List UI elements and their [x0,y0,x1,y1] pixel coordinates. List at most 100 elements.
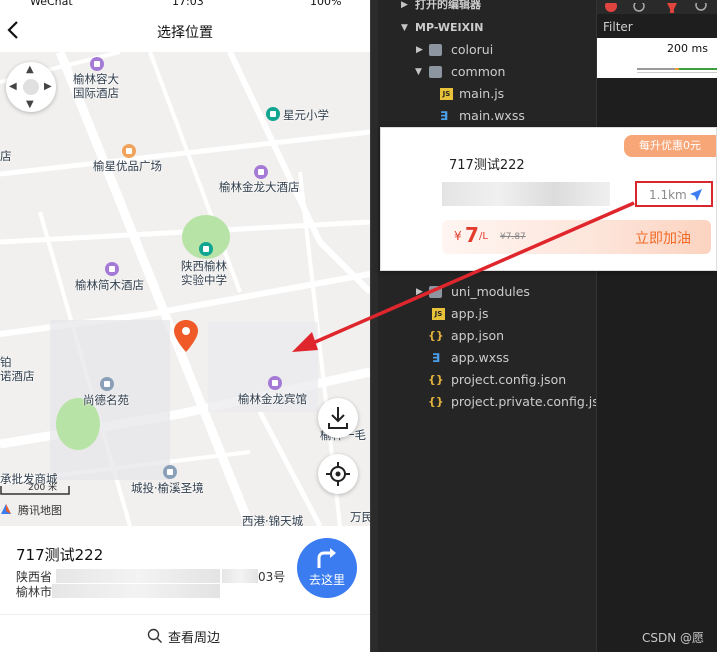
chevron-right-icon: ▶ [416,287,423,297]
nav-bar: 选择位置 [0,10,370,52]
chevron-down-icon: ▼ [415,67,422,77]
timeline-200ms-label: 200 ms [667,42,708,55]
poi-label[interactable]: 尚德名苑 [83,393,129,407]
window-divider[interactable] [370,0,378,652]
location-name: 717测试222 [16,546,104,564]
price-unit: /L [479,231,488,242]
poi-label[interactable]: 陕西榆林 实验中学 [181,259,227,287]
poi-label[interactable]: 万民 [350,510,370,524]
poi-label[interactable]: 星元小学 [283,108,329,122]
devtools-toolbar [597,0,717,14]
location-address-line2: 榆林市 [16,585,53,599]
map-brand-label: 腾讯地图 [18,504,62,517]
poi-label[interactable]: 榆林金龙大酒店 [219,180,300,194]
map-view[interactable]: 榆林容大 国际酒店 星元小学 店 榆星优品广场 榆林金龙大酒店 陕西榆林 实验中… [0,52,370,526]
tencent-map-logo-icon [1,504,11,514]
folder-open-icon [429,66,442,78]
school-icon [199,242,213,256]
json-file-icon: {} [428,373,444,386]
discount-badge: 每升优惠0元 [624,135,716,157]
chevron-down-icon: ▼ [401,23,408,33]
page-title: 选择位置 [157,25,213,41]
map-roads [0,52,370,526]
gas-station-card[interactable]: 每升优惠0元 717测试222 1.1km ¥ 7 /L ¥7.87 立即加油 [380,127,717,271]
hotel-icon [268,376,282,390]
search-icon [147,628,162,643]
arrow-up-icon: ▲ [26,64,34,75]
go-here-button[interactable]: 去这里 [297,538,357,598]
poi-label[interactable]: 榆林简木酒店 [75,278,144,292]
css-file-icon: ∃ [440,109,449,123]
folder-icon [429,44,442,56]
map-scale-label: 200 米 [28,483,58,493]
poi-label[interactable]: 西港·锦天城 [242,514,303,526]
timeline-header: 200 ms [597,38,717,62]
distance-highlight[interactable]: 1.1km [635,181,713,207]
filter-input[interactable]: Filter [603,20,633,34]
address-redacted [222,569,258,583]
poi-label[interactable]: 城投·榆溪圣境 [131,481,204,495]
location-pin-icon [174,320,198,352]
arrow-right-icon: ▶ [44,81,52,92]
ide-window: ▶ 打开的编辑器 ▼ MP-WEIXIN ▶ colorui ▼ common … [378,0,717,652]
location-address-suffix: 03号 [258,570,286,584]
devtools-network-panel: Filter 200 ms [596,0,717,652]
poi-label[interactable]: 店 [0,149,12,163]
status-battery: 100% [310,0,342,8]
poi-label[interactable]: 榆林容大 国际酒店 [73,72,119,100]
school-icon [266,107,280,121]
crosshair-icon [326,462,350,486]
poi-label[interactable]: 榆星优品广场 [93,159,162,173]
map-brand: 腾讯地图 [1,502,62,518]
address-redacted [442,182,610,206]
arrow-left-icon: ◀ [9,81,17,92]
json-file-icon: {} [428,329,444,342]
price-value: 7 [465,223,479,247]
location-card: 717测试222 陕西省 03号 榆林市 去这里 [0,526,370,614]
screenshot-root: WeChat 17:03 100% 选择位置 榆林容大 国际酒店 星元小学 店 … [0,0,717,652]
css-file-icon: ∃ [432,351,441,365]
file-explorer: ▶ 打开的编辑器 ▼ MP-WEIXIN ▶ colorui ▼ common … [378,0,611,652]
price-currency: ¥ [454,229,462,243]
station-name: 717测试222 [449,158,525,173]
search-icon [695,0,707,11]
residence-icon [100,377,114,391]
download-button[interactable] [318,398,358,438]
address-redacted [56,569,220,583]
status-bar: WeChat 17:03 100% [0,0,370,10]
price-bar: ¥ 7 /L ¥7.87 立即加油 [442,220,711,254]
filter-icon [667,3,677,13]
old-price: ¥7.87 [500,232,526,242]
js-file-icon: JS [432,308,445,320]
map-compass[interactable]: ▲ ▼ ◀ ▶ [6,62,56,112]
chevron-right-icon: ▶ [401,0,408,10]
hotel-icon [105,262,119,276]
view-nearby-label: 查看周边 [168,631,221,646]
view-nearby-button[interactable]: 查看周边 [0,614,370,652]
record-icon [605,0,617,12]
js-file-icon: JS [440,88,453,100]
hotel-icon [254,165,268,179]
devtools-toolbar-icons [605,0,707,13]
folder-icon [429,286,442,298]
status-carrier: WeChat [30,0,73,8]
poi-label[interactable]: 铂 诺酒店 [0,355,35,383]
residence-icon [163,465,177,479]
go-here-label: 去这里 [308,573,345,587]
timeline-waterfall [597,62,717,78]
phone-screen: WeChat 17:03 100% 选择位置 榆林容大 国际酒店 星元小学 店 … [0,0,370,652]
download-icon [328,407,348,429]
navigation-arrow-icon [690,189,702,201]
refuel-now-button[interactable]: 立即加油 [635,228,691,248]
compass-knob [23,79,39,95]
json-file-icon: {} [428,395,444,408]
distance-label: 1.1km [649,188,687,202]
arrow-down-icon: ▼ [26,99,34,110]
status-time: 17:03 [172,0,204,8]
shop-icon [122,144,136,158]
poi-label[interactable]: 榆林金龙宾馆 [238,392,307,406]
waterfall-bars [637,68,717,73]
locate-button[interactable] [318,454,358,494]
turn-right-icon [317,548,336,568]
clear-icon [633,0,645,12]
